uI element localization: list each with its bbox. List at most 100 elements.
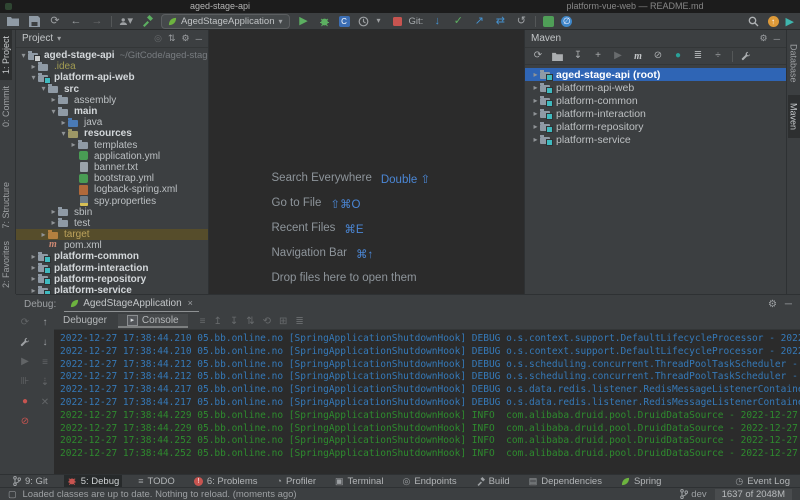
- mute-breakpoints-icon[interactable]: ⊘: [21, 416, 29, 427]
- project-tree-item-java[interactable]: ▸java: [16, 117, 208, 128]
- up-stack-icon[interactable]: ↑: [43, 317, 48, 328]
- chevron-icon[interactable]: ▸: [49, 96, 58, 104]
- run-icon[interactable]: ▶: [297, 14, 311, 28]
- ide-update-icon[interactable]: ↑: [768, 16, 779, 27]
- code-with-me-icon[interactable]: ▶: [786, 15, 794, 28]
- restore-layout-icon[interactable]: ⟲: [263, 316, 271, 327]
- console-output[interactable]: 2022-12-27 17:38:44.210 05.bb.online.no …: [54, 330, 800, 474]
- project-tree-item-resources[interactable]: ▾resources: [16, 128, 208, 139]
- clear-console-icon[interactable]: ✕: [41, 397, 49, 408]
- project-tree-item-platform-service[interactable]: ▸platform-service: [16, 285, 208, 294]
- chevron-icon[interactable]: ▸: [531, 110, 540, 118]
- chevron-icon[interactable]: ▸: [59, 119, 68, 127]
- chevron-icon[interactable]: ▾: [59, 130, 68, 138]
- chevron-icon[interactable]: ▾: [39, 85, 48, 93]
- resume-icon[interactable]: ▶: [21, 356, 29, 367]
- toolwindow-button-terminal[interactable]: ▣Terminal: [332, 475, 386, 488]
- open-folder-icon[interactable]: [6, 14, 20, 28]
- project-tree-item-pom-xml[interactable]: pom.xml: [16, 240, 208, 251]
- chevron-icon[interactable]: ▸: [531, 136, 540, 144]
- sidebar-item-maven[interactable]: Maven: [788, 95, 800, 138]
- toolwindow-button-dependencies[interactable]: ▤Dependencies: [526, 475, 605, 488]
- hide-panel-icon[interactable]: ─: [774, 34, 780, 44]
- project-tree-item-main[interactable]: ▾main: [16, 106, 208, 117]
- maven-tree-item-platform-interaction[interactable]: ▸platform-interaction: [525, 107, 786, 120]
- project-tree-item--idea[interactable]: ▸.idea: [16, 61, 208, 72]
- project-tree-item-aged-stage-api[interactable]: ▾aged-stage-api~/GitCode/aged-stage/aged…: [16, 50, 208, 61]
- sidebar-item-commit[interactable]: 0: Commit: [0, 80, 12, 133]
- maven-tree-item-aged-stage-api-root-[interactable]: ▸aged-stage-api (root): [525, 68, 786, 81]
- generate-sources-icon[interactable]: [552, 52, 564, 61]
- profiles-icon[interactable]: ≣: [692, 51, 704, 61]
- grid-icon[interactable]: ⊞: [279, 316, 287, 327]
- save-icon[interactable]: [27, 14, 41, 28]
- down-icon[interactable]: ↧: [230, 316, 238, 327]
- chevron-icon[interactable]: ▸: [29, 275, 38, 283]
- project-tree-item-test[interactable]: ▸test: [16, 218, 208, 229]
- maven-settings-wrench-icon[interactable]: [741, 51, 753, 61]
- hide-panel-icon[interactable]: ─: [785, 299, 792, 310]
- debug-icon[interactable]: [318, 14, 332, 28]
- back-icon[interactable]: ←: [69, 14, 83, 28]
- hide-panel-icon[interactable]: ─: [196, 34, 202, 44]
- chevron-icon[interactable]: ▸: [29, 63, 38, 71]
- scroll-to-end-icon[interactable]: ⇣: [41, 377, 49, 388]
- tab-console[interactable]: ▸ Console: [118, 314, 188, 328]
- up-icon[interactable]: ↥: [213, 316, 221, 327]
- maven-tree-item-platform-service[interactable]: ▸platform-service: [525, 133, 786, 146]
- project-tree-item-application-yml[interactable]: application.yml: [16, 151, 208, 162]
- locate-file-icon[interactable]: ◎: [154, 33, 162, 44]
- sort-icon[interactable]: ⇅: [246, 316, 254, 327]
- chevron-down-icon[interactable]: ▾: [57, 34, 61, 43]
- project-tree-item-src[interactable]: ▾src: [16, 84, 208, 95]
- chevron-icon[interactable]: ▾: [29, 74, 38, 82]
- git-commit-icon[interactable]: ✓: [451, 14, 465, 28]
- project-tree-item-platform-api-web[interactable]: ▾platform-api-web: [16, 72, 208, 83]
- options-icon[interactable]: ≡: [200, 316, 206, 327]
- chevron-icon[interactable]: ▸: [29, 287, 38, 294]
- expand-collapse-icon[interactable]: ⇅: [168, 33, 176, 44]
- settings-wrench-icon[interactable]: [20, 337, 30, 347]
- profiler-icon[interactable]: [357, 14, 371, 28]
- project-tree-item-templates[interactable]: ▸templates: [16, 140, 208, 151]
- toolwindow-button-endpoints[interactable]: ◎Endpoints: [399, 475, 459, 488]
- user-icon[interactable]: ▾: [119, 14, 133, 28]
- run-configuration-select[interactable]: AgedStageApplication ▾: [161, 14, 290, 29]
- chevron-icon[interactable]: ▸: [531, 84, 540, 92]
- git-merge-icon[interactable]: ⇄: [493, 14, 507, 28]
- project-panel-title[interactable]: Project: [22, 33, 53, 44]
- chevron-icon[interactable]: ▸: [49, 208, 58, 216]
- reimport-icon[interactable]: ⟳: [532, 51, 544, 61]
- toolwindow-button-todo[interactable]: ≡TODO: [135, 475, 178, 488]
- coverage-icon[interactable]: C: [339, 16, 350, 27]
- sidebar-item-favorites[interactable]: 2: Favorites: [0, 235, 12, 294]
- download-sources-icon[interactable]: ↧: [572, 51, 584, 61]
- sidebar-item-project[interactable]: 1: Project: [0, 30, 12, 80]
- toolwindow-button-5-debug[interactable]: 5: Debug: [64, 475, 123, 488]
- project-tree-item-sbin[interactable]: ▸sbin: [16, 207, 208, 218]
- debug-session-tab[interactable]: AgedStageApplication ×: [64, 297, 199, 312]
- project-tree-item-platform-interaction[interactable]: ▸platform-interaction: [16, 263, 208, 274]
- project-tree-item-spy-properties[interactable]: spy.properties: [16, 195, 208, 206]
- maven-tree-item-platform-common[interactable]: ▸platform-common: [525, 94, 786, 107]
- toolwindow-button-profiler[interactable]: ◔Profiler: [274, 475, 320, 488]
- history-icon[interactable]: ↺: [514, 14, 528, 28]
- run-goal-icon[interactable]: ▶: [612, 51, 624, 61]
- project-tree-item-bootstrap-yml[interactable]: bootstrap.yml: [16, 173, 208, 184]
- search-everywhere-icon[interactable]: [747, 14, 761, 28]
- gear-icon[interactable]: ⚙: [760, 33, 768, 44]
- skip-tests-icon[interactable]: ⊘: [652, 51, 664, 61]
- chevron-icon[interactable]: ▸: [29, 264, 38, 272]
- event-log-button[interactable]: ◷Event Log: [735, 476, 790, 487]
- toolwindow-button-9-git[interactable]: 9: Git: [10, 475, 51, 488]
- chevron-icon[interactable]: ▸: [39, 231, 48, 239]
- editor-area[interactable]: Search EverywhereDouble ⇧ Go to File⇧⌘O …: [209, 30, 524, 294]
- chevron-icon[interactable]: ▾: [19, 52, 28, 60]
- maven-tree-item-platform-api-web[interactable]: ▸platform-api-web: [525, 81, 786, 94]
- chevron-icon[interactable]: ▸: [29, 253, 38, 261]
- project-tree-item-assembly[interactable]: ▸assembly: [16, 95, 208, 106]
- down-stack-icon[interactable]: ↓: [43, 337, 48, 348]
- chevron-icon[interactable]: ▸: [69, 141, 78, 149]
- gear-icon[interactable]: ⚙: [768, 299, 777, 310]
- project-tree-item-platform-repository[interactable]: ▸platform-repository: [16, 274, 208, 285]
